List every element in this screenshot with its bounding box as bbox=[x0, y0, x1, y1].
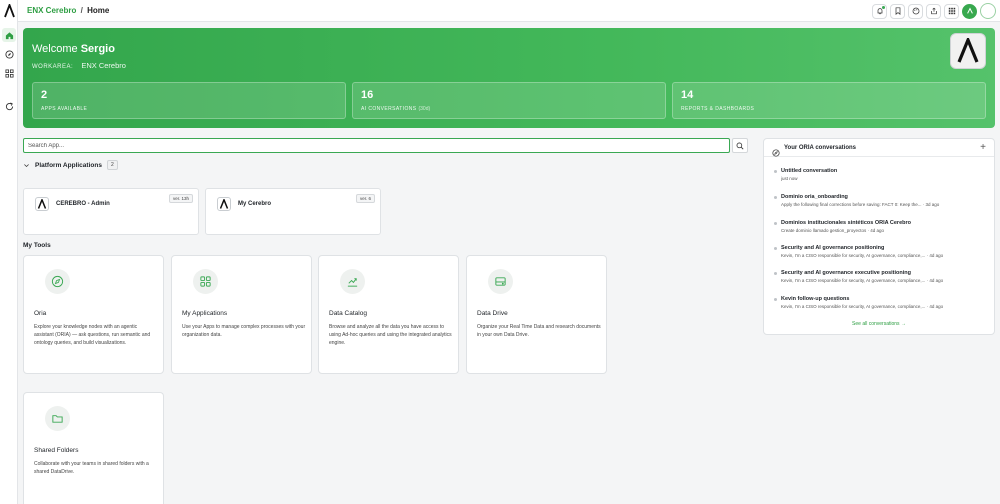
apps-grid-icon[interactable] bbox=[944, 3, 959, 19]
conversation-title: Security and AI governance positioning bbox=[781, 245, 885, 251]
tool-description: Use your Apps to manage complex processe… bbox=[182, 324, 306, 338]
status-dot bbox=[774, 247, 777, 250]
conversation-title: Security and AI governance executive pos… bbox=[781, 270, 911, 276]
bookmark-icon[interactable] bbox=[890, 3, 905, 19]
tool-card-my-applications[interactable]: My Applications Use your Apps to manage … bbox=[171, 255, 312, 374]
apps-grid-icon bbox=[193, 269, 218, 294]
app-card-cerebro-admin[interactable]: CEREBRO - Admin ver. 13h bbox=[23, 188, 199, 235]
app-logo-icon[interactable] bbox=[3, 2, 16, 18]
version-badge: ver. 6 bbox=[355, 194, 375, 203]
app-name: CEREBRO - Admin bbox=[56, 201, 110, 207]
section-title: Platform Applications bbox=[35, 161, 102, 169]
tool-card-data-drive[interactable]: Data Drive Organize your Real Time Data … bbox=[466, 255, 607, 374]
tool-description: Collaborate with your teams in shared fo… bbox=[34, 461, 149, 475]
conversation-title: Untitled conversation bbox=[781, 168, 838, 174]
home-icon[interactable] bbox=[2, 28, 16, 42]
chevron-down-icon bbox=[24, 163, 29, 167]
avatar[interactable] bbox=[980, 3, 996, 19]
status-dot bbox=[774, 272, 777, 275]
status-dot bbox=[774, 298, 777, 301]
welcome-text: Welcome bbox=[32, 43, 78, 55]
oria-conversations-panel: Your ORIA conversations + Untitled conve… bbox=[763, 138, 995, 335]
stat-apps[interactable]: 2 APPS AVAILABLE bbox=[32, 82, 346, 119]
stat-value: 14 bbox=[681, 89, 694, 101]
conversation-meta: Kevin, I'm a CISO responsible for securi… bbox=[781, 278, 944, 283]
see-all-conversations-link[interactable]: See all conversations → bbox=[764, 321, 994, 327]
platform-applications-toggle[interactable]: Platform Applications 2 bbox=[23, 160, 118, 170]
grid-icon[interactable] bbox=[2, 66, 16, 80]
tool-title: Data Catalog bbox=[329, 310, 367, 317]
breadcrumb-workspace[interactable]: ENX Cerebro bbox=[27, 6, 76, 15]
workspace-logo bbox=[950, 33, 986, 69]
stat-value: 16 bbox=[361, 89, 374, 101]
compass-icon bbox=[772, 144, 780, 162]
status-dot bbox=[774, 170, 777, 173]
tool-title: Oria bbox=[34, 310, 47, 317]
conversation-meta: Kevin, I'm a CISO responsible for securi… bbox=[781, 253, 944, 258]
tool-description: Organize your Real Time Data and researc… bbox=[477, 324, 601, 338]
folder-icon bbox=[45, 406, 70, 431]
top-actions bbox=[872, 3, 996, 19]
stat-label: REPORTS & DASHBOARDS bbox=[681, 106, 755, 112]
conversation-title: Dominio oria_onboarding bbox=[781, 194, 848, 200]
workarea-label: WORKAREA: bbox=[32, 64, 74, 70]
breadcrumb: ENX Cerebro / Home bbox=[27, 6, 109, 15]
palette-icon[interactable] bbox=[908, 3, 923, 19]
workarea-value: ENX Cerebro bbox=[81, 61, 126, 70]
stat-conversations[interactable]: 16 AI CONVERSATIONS (30d) bbox=[352, 82, 666, 119]
status-dot bbox=[774, 222, 777, 225]
refresh-icon[interactable] bbox=[2, 99, 16, 113]
search-icon[interactable] bbox=[732, 138, 748, 153]
my-tools-title: My Tools bbox=[23, 242, 51, 249]
tool-title: Shared Folders bbox=[34, 447, 79, 454]
drive-icon bbox=[488, 269, 513, 294]
welcome-banner: Welcome Sergio WORKAREA: ENX Cerebro 2 A… bbox=[23, 28, 995, 128]
version-badge: ver. 13h bbox=[168, 194, 193, 203]
left-rail bbox=[0, 0, 18, 504]
tool-description: Explore your knowledge nodes with an age… bbox=[34, 324, 151, 346]
app-name: My Cerebro bbox=[238, 201, 272, 207]
conversation-title: Dominios institucionales sintéticos ORIA… bbox=[781, 220, 911, 226]
conversation-meta: Create dominio llamado gestion_proyectos… bbox=[781, 228, 885, 233]
breadcrumb-page: Home bbox=[87, 6, 110, 15]
tool-card-oria[interactable]: Oria Explore your knowledge nodes with a… bbox=[23, 255, 164, 374]
top-bar: ENX Cerebro / Home bbox=[18, 0, 1000, 22]
conversation-meta: Apply the following final corrections be… bbox=[781, 202, 940, 207]
welcome-user: Sergio bbox=[80, 43, 115, 55]
new-conversation-button[interactable]: + bbox=[980, 142, 986, 153]
conversation-meta: just now bbox=[781, 176, 798, 181]
tool-description: Browse and analyze all the data you have… bbox=[329, 324, 452, 346]
stat-reports[interactable]: 14 REPORTS & DASHBOARDS bbox=[672, 82, 986, 119]
tool-card-data-catalog[interactable]: Data Catalog Browse and analyze all the … bbox=[318, 255, 459, 374]
stat-label: AI CONVERSATIONS (30d) bbox=[361, 106, 431, 112]
compass-icon bbox=[45, 269, 70, 294]
app-logo-icon bbox=[35, 197, 49, 211]
conversation-title: Kevin follow-up questions bbox=[781, 296, 850, 302]
welcome-title: Welcome Sergio bbox=[32, 43, 115, 55]
chart-icon bbox=[340, 269, 365, 294]
tool-card-shared-folders[interactable]: Shared Folders Collaborate with your tea… bbox=[23, 392, 164, 504]
user-icon[interactable] bbox=[962, 3, 977, 19]
status-dot bbox=[774, 196, 777, 199]
panel-header: Your ORIA conversations + bbox=[764, 139, 994, 157]
stat-label: APPS AVAILABLE bbox=[41, 106, 88, 112]
notification-dot bbox=[882, 5, 885, 9]
compass-icon[interactable] bbox=[2, 47, 16, 61]
panel-title: Your ORIA conversations bbox=[784, 145, 857, 151]
app-card-my-cerebro[interactable]: My Cerebro ver. 6 bbox=[205, 188, 381, 235]
breadcrumb-separator: / bbox=[80, 6, 83, 15]
bell-icon[interactable] bbox=[872, 3, 887, 19]
stat-value: 2 bbox=[41, 89, 48, 101]
workarea: WORKAREA: ENX Cerebro bbox=[32, 61, 126, 70]
tool-title: My Applications bbox=[182, 310, 228, 317]
count-badge: 2 bbox=[106, 160, 118, 170]
tool-title: Data Drive bbox=[477, 310, 508, 317]
search-input[interactable] bbox=[23, 138, 730, 153]
app-logo-icon bbox=[217, 197, 231, 211]
share-icon[interactable] bbox=[926, 3, 941, 19]
conversation-meta: Kevin, I'm a CISO responsible for securi… bbox=[781, 304, 944, 309]
